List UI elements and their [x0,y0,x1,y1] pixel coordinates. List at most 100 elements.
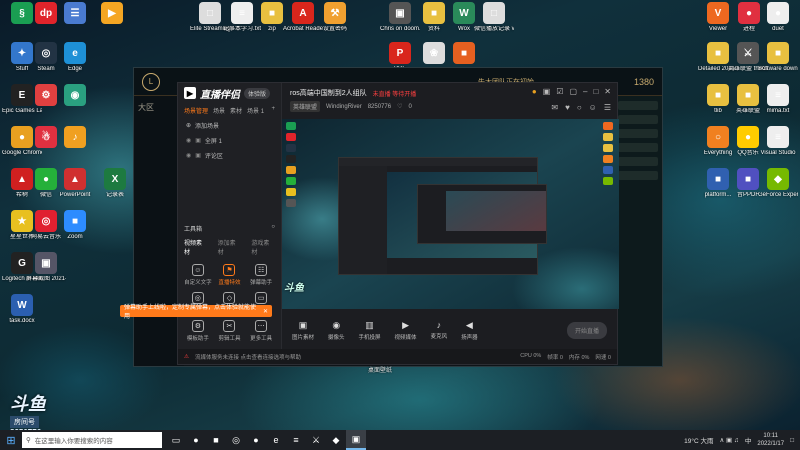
restore-icon[interactable]: ▢ [569,87,577,96]
desktop-icon-label: 记录表 [105,192,124,198]
tab-game-material[interactable]: 游戏素材 [251,238,275,256]
friend-row[interactable] [618,143,658,152]
desktop-icon[interactable]: e Edge [55,42,95,73]
friend-row[interactable] [618,157,658,166]
desktop-icon[interactable]: ⚒ 设置密码 [315,2,355,33]
friend-row[interactable] [618,171,658,180]
desktop-icon[interactable]: ■ [444,42,484,66]
eye-icon[interactable]: ◉ [186,137,191,144]
desktop-icon[interactable]: ♪ [55,126,95,150]
lock-icon[interactable]: ▣ [195,137,201,144]
league-icon[interactable]: ⚔ [306,430,326,450]
tool-button[interactable]: ⚙ 模板助手 [182,320,214,342]
friend-row[interactable] [618,101,658,110]
edge-icon[interactable]: e [266,430,286,450]
desktop-icon[interactable]: ▣ 屏幕截图 2021-12-1... [26,252,66,283]
status-warning[interactable]: 流媒体服务未连接 点击查看连接选项与帮助 [195,353,301,361]
desktop-icon[interactable]: X 记录表 [95,168,135,199]
stream-preview[interactable]: 斗鱼 [282,119,619,309]
version-badge[interactable]: 体验版 [244,87,271,99]
desktop-icon[interactable]: ▶ [92,2,132,26]
tool-button[interactable]: ☷ 弹幕助手 [245,264,277,286]
steam-icon[interactable]: ◎ [226,430,246,450]
system-tray: 19°C 大雨 ∧ ▣ ♫ 中 10:11 2022/1/17 □ [684,432,800,448]
stream-app-window[interactable]: ▶ 直播伴侣 体验版 场景管理 场景 素材 场景 1 + ⊕ 添加场景 ◉ ▣ … [177,82,619,365]
tab-add-material[interactable]: 添加素材 [218,238,242,256]
menu-icon[interactable]: ☰ [604,103,611,112]
desktop-icon[interactable]: ■ Software downlo... [758,42,798,73]
tool-button[interactable]: ⚑ 直播特效 [214,264,246,286]
vscode-icon[interactable]: ≡ [286,430,306,450]
minimize-icon[interactable]: – [583,87,587,96]
start-live-button[interactable]: 开始直播 [566,321,607,339]
room-title[interactable]: ros高端中国制到2人组队 [290,88,367,98]
tab-scene[interactable]: 场景 [213,106,225,115]
wechat-icon[interactable]: ● [246,430,266,450]
favorite-icon[interactable]: ♥ [565,103,570,112]
task-view-icon[interactable]: ▭ [166,430,186,450]
desktop-icon[interactable]: ≡ Visual Studio [758,126,798,157]
toolbox-more-icon[interactable]: ○ [271,224,275,233]
clock[interactable]: 10:11 2022/1/17 [757,432,784,448]
room-category[interactable]: 英雄联盟 [290,101,321,112]
desktop-icon[interactable]: □ 微信播放记录 v.01.zip [474,2,514,33]
tab-video-material[interactable]: 视频素材 [184,238,208,256]
desktop-app-icon: ● [35,168,57,190]
scene-item[interactable]: ◉ ▣ 评论区 [178,148,281,163]
desktop-app-icon: ≡ [767,126,789,148]
promo-toast[interactable]: 弹幕助手上线啦，定制专属弹幕，点击体验就能使用 ✕ [120,305,272,320]
checkin-icon[interactable]: ☑ [556,87,563,96]
tab-scene-1[interactable]: 场景 1 [247,106,264,115]
add-tab-icon[interactable]: + [271,106,275,115]
maximize-icon[interactable]: □ [593,87,598,96]
league-logo-icon[interactable]: L [142,72,160,91]
weather-widget[interactable]: 19°C 大雨 [684,435,713,445]
start-button[interactable]: ⊞ [0,430,22,450]
mini-icon [603,177,613,185]
source-button[interactable]: ▥ 手机投屏 [359,320,381,341]
friend-row[interactable] [618,129,658,138]
desktop-icon[interactable]: ◆ GeForce Experience [758,168,798,199]
tray-icons[interactable]: ∧ ▣ ♫ [719,436,738,444]
circle-icon[interactable]: ○ [577,103,582,112]
lock-icon[interactable]: ▣ [195,152,201,159]
close-icon[interactable]: ✕ [604,87,611,96]
taskbar-search[interactable]: ⚲ 在这里输入你要搜索的内容 [22,432,162,448]
desktop-icon[interactable]: ● duet [758,2,798,33]
notification-icon[interactable]: □ [790,437,794,444]
desktop-app-icon: ▲ [64,168,86,190]
tab-scene-manage[interactable]: 场景管理 [184,106,208,115]
tab-material[interactable]: 素材 [230,106,242,115]
user-icon[interactable]: ☺ [589,103,597,112]
friend-row[interactable] [618,115,658,124]
source-button[interactable]: ♪ 麦克风 [431,320,448,340]
explorer-icon[interactable]: ■ [206,430,226,450]
scene-item[interactable]: ◉ ▣ 全屏 1 [178,133,281,148]
tool-button[interactable]: ⋯ 更多工具 [245,320,277,342]
tool-button[interactable]: ☺ 自定义文字 [182,264,214,286]
eye-icon[interactable]: ◉ [186,152,191,159]
stream-app-icon[interactable]: ▣ [346,430,366,450]
chrome-icon[interactable]: ● [186,430,206,450]
desktop-icon[interactable]: Wtask.docx [2,294,42,325]
tool-button[interactable]: ✂ 剪辑工具 [214,320,246,342]
source-button[interactable]: ▶ 视频媒体 [395,320,417,341]
nested-preview [387,172,547,258]
desktop-icon[interactable]: ◉ [55,84,95,108]
avatar[interactable]: ● [532,87,537,96]
screenshot-icon[interactable]: ▣ [543,87,551,96]
app-icon[interactable]: ◆ [326,430,346,450]
desktop-icon[interactable]: ▲ PowerPoint [55,168,95,199]
desktop-app-icon: ○ [707,126,729,148]
source-button[interactable]: ◀ 扬声器 [461,320,478,341]
desktop-icon[interactable]: ≡ mima.txt [758,84,798,115]
source-button[interactable]: ◉ 摄像头 [328,320,345,341]
desktop-app-icon: ▣ [35,252,57,274]
desktop-icon[interactable]: ■ Zoom [55,210,95,241]
close-icon[interactable]: ✕ [263,308,268,315]
ime-indicator[interactable]: 中 [745,435,752,445]
message-icon[interactable]: ✉ [551,103,558,112]
desktop-icon[interactable]: ☰ [55,2,95,26]
add-scene-button[interactable]: ⊕ 添加场景 [178,118,281,133]
source-button[interactable]: ▣ 图片素材 [292,320,314,341]
